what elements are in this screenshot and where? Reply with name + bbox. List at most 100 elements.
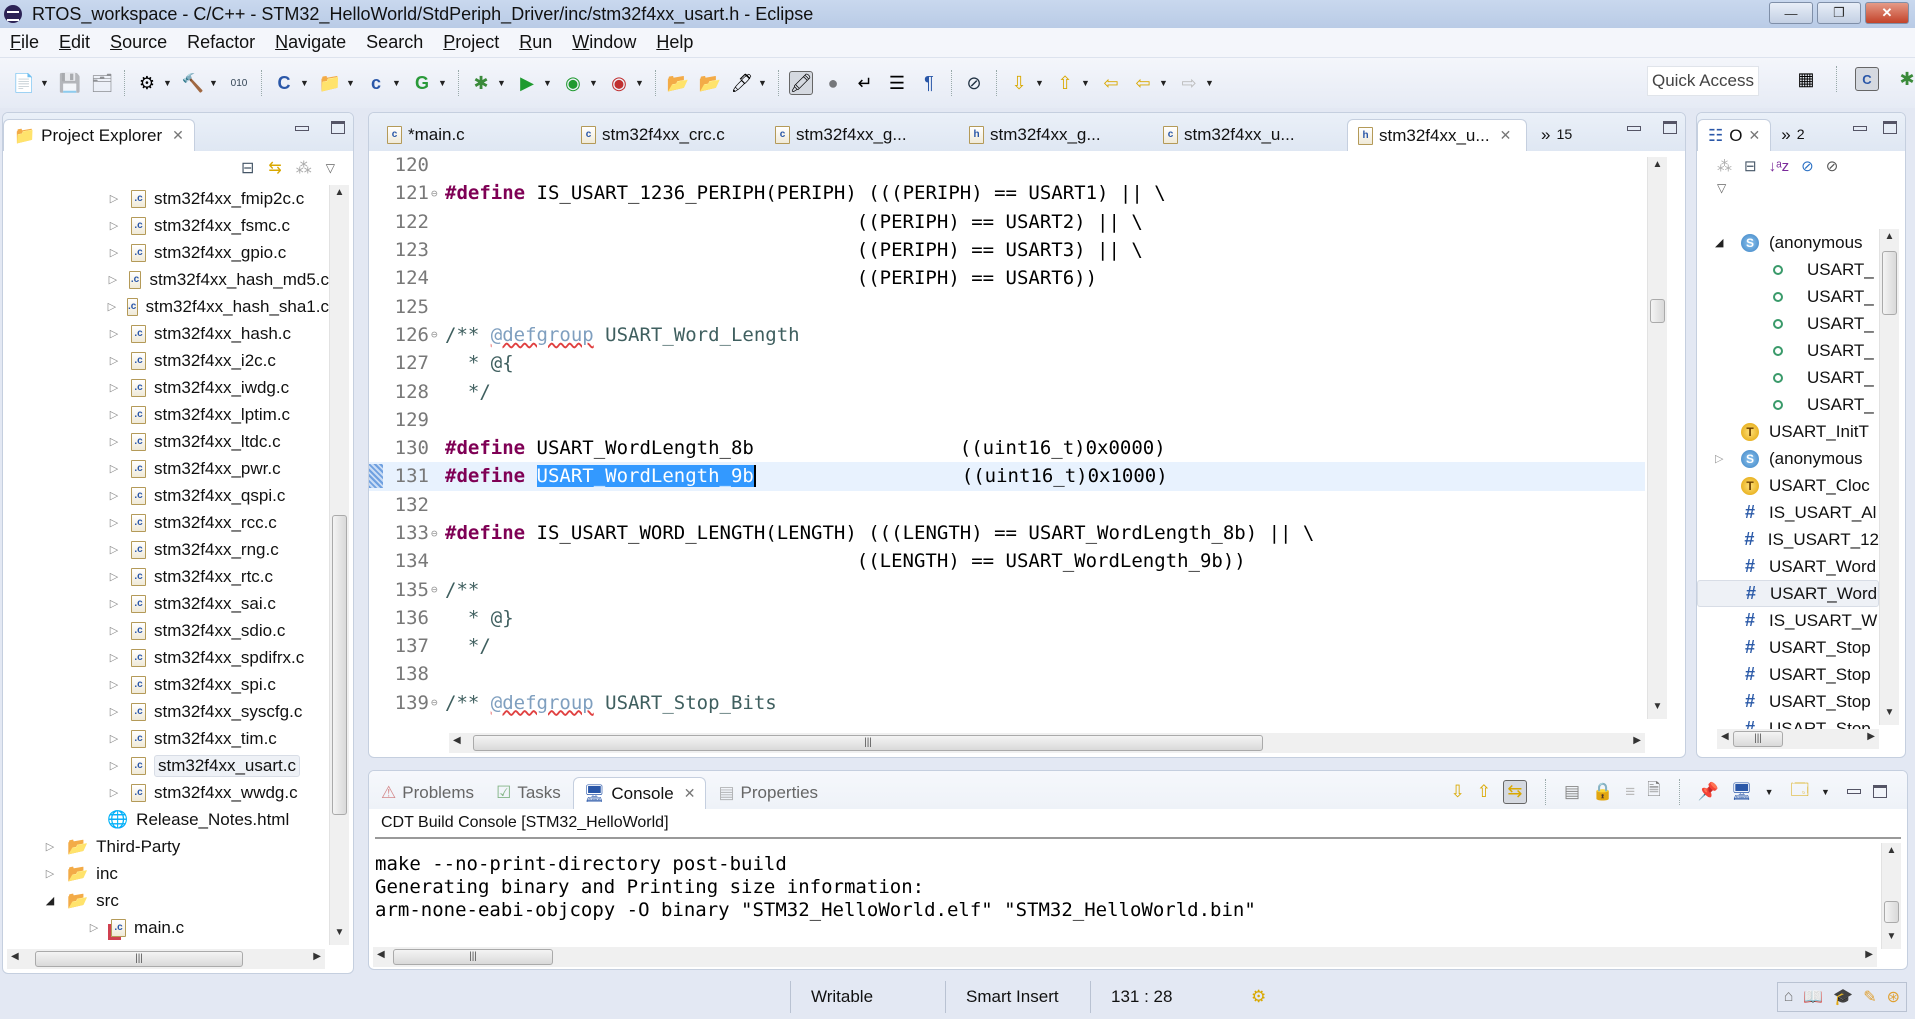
menu-navigate[interactable]: Navigate <box>265 32 356 53</box>
run-config-dropdown[interactable]: ▼ <box>589 78 599 88</box>
code-editor[interactable]: 120 121 ⊖ #define IS_USART_1236_PERIPH(PERI… <box>369 151 1645 731</box>
build-config-dropdown[interactable]: ▼ <box>163 78 173 88</box>
collapsed-twisty-icon[interactable]: ▷ <box>107 678 121 691</box>
tree-item[interactable]: ▷ .c stm32f4xx_lptim.c <box>3 401 329 428</box>
tab-outline[interactable]: ☷ O ✕ <box>1697 119 1772 151</box>
search-icon[interactable]: 🖊 <box>730 71 754 95</box>
fold-icon[interactable]: ⊖ <box>431 696 443 709</box>
pilcrow-icon[interactable]: ¶ <box>917 71 941 95</box>
display-console-dropdown[interactable]: ▼ <box>1765 787 1775 797</box>
editor-tab[interactable]: c stm32f4xx_g... <box>765 119 955 151</box>
tab-overflow[interactable]: » 2 <box>1771 119 1814 151</box>
tree-item[interactable]: ▷ .c stm32f4xx_hash_md5.c <box>3 266 329 293</box>
debug-icon[interactable]: ✱ <box>469 71 493 95</box>
outline-item[interactable]: USART_ <box>1697 364 1879 391</box>
forward-icon[interactable]: ⇨ <box>1177 71 1201 95</box>
code-line[interactable]: 127 * @{ <box>369 349 1645 377</box>
collapsed-twisty-icon[interactable]: ▷ <box>1715 452 1741 465</box>
collapsed-twisty-icon[interactable]: ▷ <box>107 192 121 205</box>
new-c-project-dropdown[interactable]: ▼ <box>300 78 310 88</box>
back-icon[interactable]: ⇦ <box>1131 71 1155 95</box>
collapse-all-icon[interactable]: ⊟ <box>1744 157 1757 175</box>
tree-item[interactable]: ▷ .c stm32f4xx_fmip2c.c <box>3 185 329 212</box>
collapsed-twisty-icon[interactable]: ▷ <box>107 327 121 340</box>
outline-item[interactable]: ▷ S (anonymous <box>1697 445 1879 472</box>
code-line[interactable]: 121 ⊖ #define IS_USART_1236_PERIPH(PERIPH)… <box>369 179 1645 207</box>
pin-console-icon[interactable]: 📌 <box>1698 782 1719 802</box>
outline-item[interactable]: # IS_USART_Al <box>1697 499 1879 526</box>
tree-item[interactable]: ▷ .c stm32f4xx_hash.c <box>3 320 329 347</box>
outline-item[interactable]: ◢ S (anonymous <box>1697 229 1879 256</box>
tree-item[interactable]: ▷ .c stm32f4xx_gpio.c <box>3 239 329 266</box>
open-perspective-icon[interactable]: ▦ <box>1794 67 1818 91</box>
code-line[interactable]: 128 */ <box>369 377 1645 405</box>
outline-item[interactable]: USART_ <box>1697 391 1879 418</box>
tab-tasks[interactable]: ☑ Tasks <box>486 777 571 809</box>
tree-item[interactable]: ▷ .c stm32f4xx_usart.c <box>3 752 329 779</box>
code-line[interactable]: 124 ((PERIPH) == USART6)) <box>369 264 1645 292</box>
outline-item[interactable]: USART_ <box>1697 256 1879 283</box>
console-output[interactable]: make --no-print-directory post-build Gene… <box>369 839 1907 922</box>
tab-console[interactable]: 🖥 Console ✕ <box>572 777 707 809</box>
tree-item[interactable]: ▷ .c stm32f4xx_hash_sha1.c <box>3 293 329 320</box>
outline-item[interactable]: # USART_Stop <box>1697 661 1879 688</box>
tab-properties[interactable]: ▤ Properties <box>708 777 828 809</box>
outline-item[interactable]: USART_ <box>1697 337 1879 364</box>
run-icon[interactable]: ▶ <box>515 71 539 95</box>
scroll-lock-up-icon[interactable]: ⇧ <box>1477 782 1491 802</box>
tree-item[interactable]: ▷ .c stm32f4xx_qspi.c <box>3 482 329 509</box>
menu-window[interactable]: Window <box>562 32 646 53</box>
fold-icon[interactable]: ⊖ <box>431 187 443 200</box>
run-config-icon[interactable]: ◉ <box>561 71 585 95</box>
tree-item[interactable]: ▷ .c stm32f4xx_spdifrx.c <box>3 644 329 671</box>
new-class-icon[interactable]: G <box>410 71 434 95</box>
collapsed-twisty-icon[interactable]: ▷ <box>107 786 121 799</box>
back-dropdown[interactable]: ▼ <box>1159 78 1169 88</box>
code-line[interactable]: 126 ⊖/** @defgroup USART_Word_Length <box>369 321 1645 349</box>
outline-item[interactable]: # IS_USART_12 <box>1697 526 1879 553</box>
collapsed-twisty-icon[interactable]: ▷ <box>107 354 121 367</box>
editor-tab[interactable]: c stm32f4xx_crc.c <box>571 119 761 151</box>
editor-tab[interactable]: h stm32f4xx_g... <box>959 119 1149 151</box>
last-edit-icon[interactable]: ⇦ <box>1099 71 1123 95</box>
menu-refactor[interactable]: Refactor <box>177 32 265 53</box>
open-console-dropdown[interactable]: ▼ <box>1821 787 1831 797</box>
display-console-icon[interactable]: 🖥 <box>1731 782 1753 802</box>
outline-item[interactable]: # USART_Stop <box>1697 688 1879 715</box>
outline-item[interactable]: # IS_USART_W <box>1697 607 1879 634</box>
collapsed-twisty-icon[interactable]: ▷ <box>107 570 121 583</box>
new-class-dropdown[interactable]: ▼ <box>438 78 448 88</box>
code-line[interactable]: 139 ⊖/** @defgroup USART_Stop_Bits <box>369 689 1645 717</box>
editor-tab[interactable]: c stm32f4xx_u... <box>1153 119 1343 151</box>
outline-item[interactable]: # USART_Word <box>1697 580 1879 607</box>
toggle-comment-icon[interactable]: ↵ <box>853 71 877 95</box>
tab-problems[interactable]: ⚠ Problems <box>371 777 484 809</box>
close-icon[interactable]: ✕ <box>172 127 184 144</box>
tree-item[interactable]: ▷ .c stm32f4xx_pwr.c <box>3 455 329 482</box>
code-line[interactable]: 132 <box>369 491 1645 519</box>
tree-item[interactable]: ▷ .c stm32f4xx_ltdc.c <box>3 428 329 455</box>
close-button[interactable]: ✕ <box>1865 2 1909 24</box>
minimize-view-icon[interactable] <box>1627 126 1641 131</box>
tree-item[interactable]: ▷ .c stm32f4xx_rcc.c <box>3 509 329 536</box>
view-menu-icon[interactable]: ▽ <box>326 161 335 175</box>
menu-project[interactable]: Project <box>433 32 509 53</box>
tree-item[interactable]: ▷ .c stm32f4xx_fsmc.c <box>3 212 329 239</box>
collapsed-twisty-icon[interactable]: ▷ <box>107 624 121 637</box>
binary-icon[interactable]: 010 <box>227 71 251 95</box>
maximize-view-icon[interactable] <box>1663 121 1677 134</box>
console-vscrollbar[interactable]: ▲ ▼ <box>1881 843 1901 949</box>
collapsed-twisty-icon[interactable]: ▷ <box>107 732 121 745</box>
next-annotation-dropdown[interactable]: ▼ <box>1035 78 1045 88</box>
console-hscrollbar[interactable]: ◀ ||| ▶ <box>373 947 1877 967</box>
code-line[interactable]: 130 #define USART_WordLength_8b ((uint16_… <box>369 434 1645 462</box>
code-line[interactable]: 131 #define USART_WordLength_9b ((uint16_… <box>369 462 1645 491</box>
project-explorer-hscrollbar[interactable]: ◀ ||| ▶ <box>7 949 325 969</box>
code-line[interactable]: 136 * @} <box>369 604 1645 632</box>
menu-file[interactable]: File <box>0 32 49 53</box>
code-line[interactable]: 137 */ <box>369 632 1645 660</box>
tree-item[interactable]: ▷ .c stm32f4xx_sdio.c <box>3 617 329 644</box>
tree-item[interactable]: ▷ .c stm32f4xx_wwdg.c <box>3 779 329 806</box>
fold-icon[interactable]: ⊖ <box>431 328 443 341</box>
new-c-file-icon[interactable]: c <box>364 71 388 95</box>
